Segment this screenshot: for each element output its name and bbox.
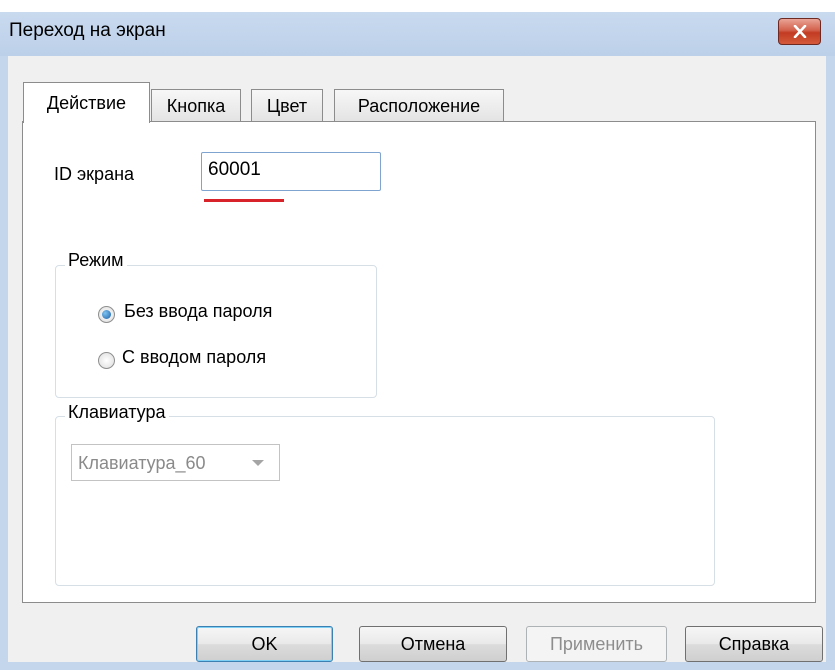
highlight-underline bbox=[204, 199, 284, 202]
keyboard-select[interactable]: Клавиатура_60 bbox=[71, 444, 280, 481]
dialog-window: Переход на экран Действие Кнопка Цвет Ра… bbox=[0, 12, 835, 670]
tab-label: Цвет bbox=[266, 95, 308, 116]
background-strip bbox=[0, 0, 835, 12]
radio-with-password[interactable] bbox=[98, 352, 115, 369]
screen-id-label: ID экрана bbox=[54, 164, 135, 184]
tab-label: Действие bbox=[46, 92, 127, 113]
screen-id-field[interactable] bbox=[201, 152, 381, 191]
tab-label: Кнопка bbox=[166, 95, 226, 116]
cancel-button-label: Отмена bbox=[400, 633, 466, 654]
title-bar[interactable]: Переход на экран bbox=[0, 12, 835, 56]
cancel-button[interactable]: Отмена bbox=[359, 626, 507, 662]
apply-button-label: Применить bbox=[549, 633, 643, 654]
tab-color[interactable]: Цвет bbox=[251, 89, 323, 122]
tab-button[interactable]: Кнопка bbox=[151, 89, 241, 122]
dialog-client-area: Действие Кнопка Цвет Расположение ID экр… bbox=[8, 56, 826, 662]
radio-label-with-password[interactable]: С вводом пароля bbox=[122, 347, 266, 368]
tab-action[interactable]: Действие bbox=[23, 82, 150, 123]
close-button[interactable] bbox=[778, 18, 821, 45]
tab-label: Расположение bbox=[357, 95, 481, 116]
window-title: Переход на экран bbox=[9, 20, 166, 41]
dropdown-arrow-icon bbox=[252, 460, 264, 466]
tab-position[interactable]: Расположение bbox=[334, 89, 504, 122]
radio-label-without-password[interactable]: Без ввода пароля bbox=[124, 301, 272, 322]
help-button[interactable]: Справка bbox=[685, 626, 823, 662]
close-icon bbox=[793, 25, 807, 38]
keyboard-group-title: Клавиатура bbox=[65, 402, 169, 423]
tab-panel-action: ID экрана Режим Без ввода пароля С вводо… bbox=[22, 121, 816, 603]
radio-without-password[interactable] bbox=[98, 306, 115, 323]
apply-button[interactable]: Применить bbox=[526, 626, 667, 662]
keyboard-select-value: Клавиатура_60 bbox=[78, 453, 206, 473]
ok-button-label: OK bbox=[251, 633, 278, 654]
help-button-label: Справка bbox=[718, 633, 790, 654]
ok-button[interactable]: OK bbox=[196, 626, 333, 662]
keyboard-group bbox=[55, 416, 715, 586]
mode-group bbox=[55, 265, 377, 398]
mode-group-title: Режим bbox=[65, 250, 127, 271]
screen-id-input[interactable] bbox=[208, 159, 368, 181]
